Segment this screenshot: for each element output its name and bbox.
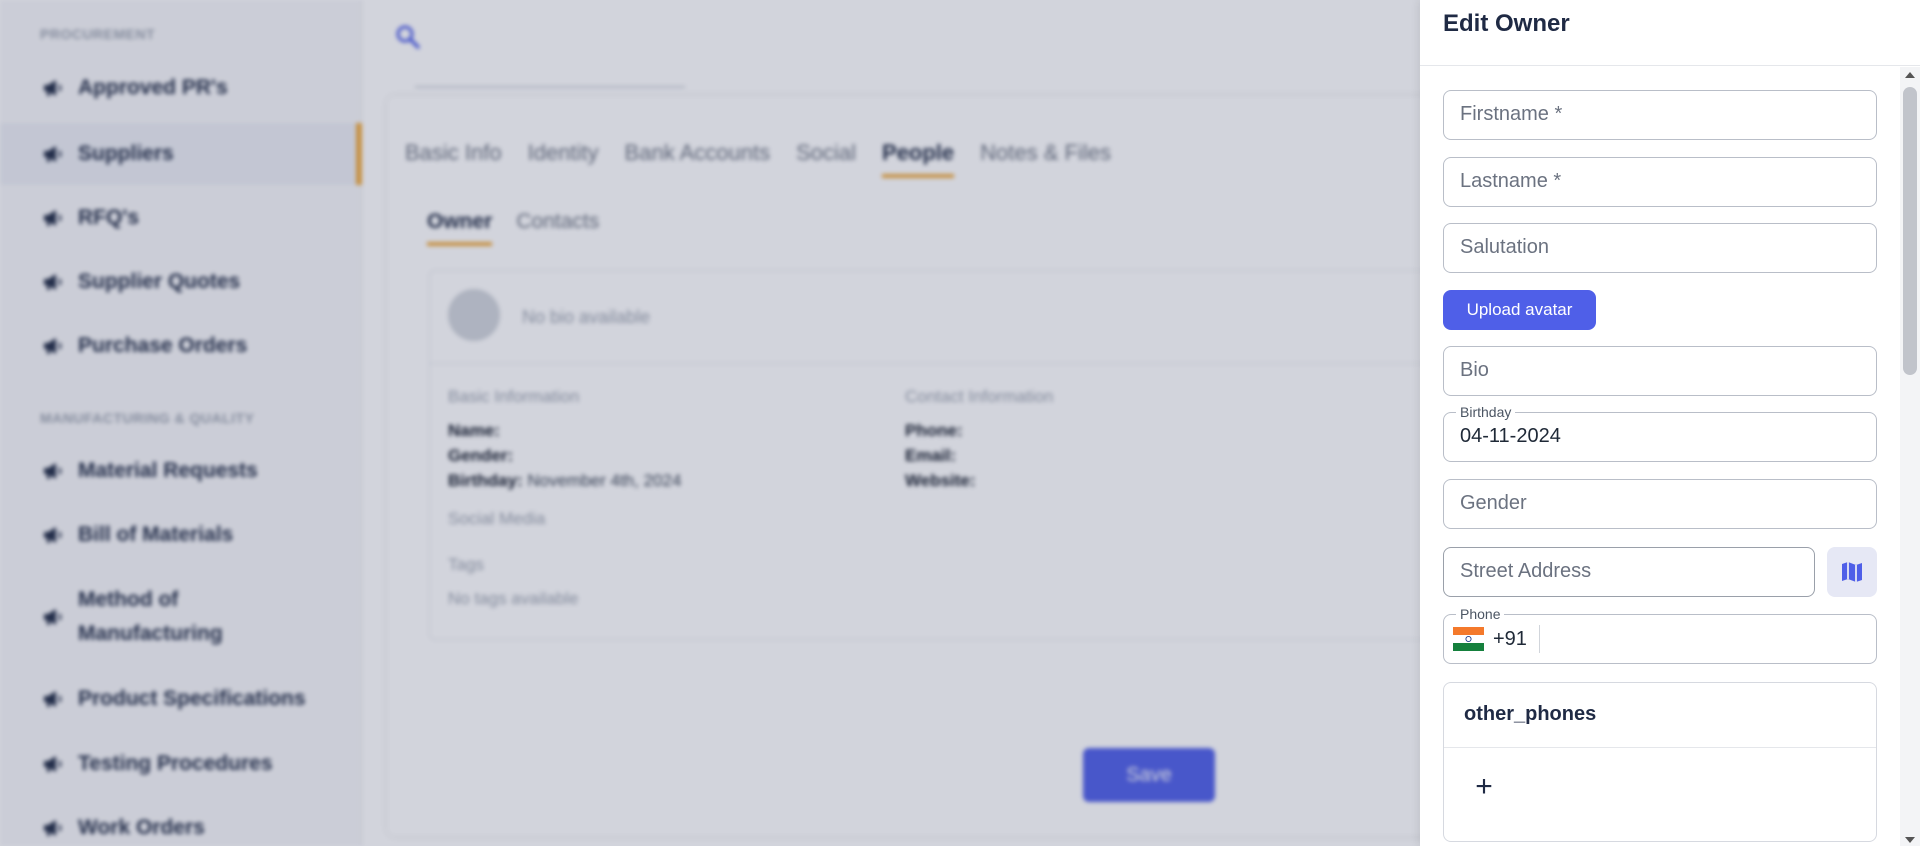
plus-icon[interactable]: +	[1470, 772, 1498, 802]
gender-placeholder: Gender	[1460, 492, 1527, 514]
salutation-placeholder: Salutation	[1460, 236, 1549, 258]
other-phones-title: other_phones	[1464, 703, 1597, 725]
bio-field[interactable]: Bio	[1443, 346, 1877, 396]
scroll-down-arrow-icon[interactable]	[1905, 837, 1915, 843]
birthday-field-label: Birthday	[1456, 404, 1516, 420]
birthday-field-value: 04-11-2024	[1460, 425, 1561, 447]
salutation-field[interactable]: Salutation	[1443, 223, 1877, 273]
india-flag-icon[interactable]	[1453, 627, 1484, 651]
birthday-field[interactable]: Birthday 04-11-2024	[1443, 404, 1877, 462]
map-button[interactable]	[1827, 547, 1877, 597]
lastname-placeholder: Lastname *	[1460, 170, 1562, 192]
other-phones-divider	[1444, 747, 1876, 748]
edit-owner-drawer: Edit Owner Firstname * Lastname * Saluta…	[1420, 0, 1920, 846]
street-address-field[interactable]: Street Address	[1443, 547, 1815, 597]
scroll-thumb[interactable]	[1903, 87, 1917, 375]
firstname-placeholder: Firstname *	[1460, 103, 1563, 125]
drawer-body: Firstname * Lastname * Salutation Upload…	[1420, 67, 1900, 846]
street-address-placeholder: Street Address	[1460, 560, 1592, 582]
map-icon	[1842, 562, 1862, 582]
modal-backdrop[interactable]	[0, 0, 1420, 846]
drawer-title: Edit Owner	[1443, 10, 1570, 37]
upload-avatar-button[interactable]: Upload avatar	[1443, 290, 1596, 330]
phone-field-label: Phone	[1456, 606, 1505, 622]
firstname-field[interactable]: Firstname *	[1443, 90, 1877, 140]
drawer-header: Edit Owner	[1420, 0, 1920, 66]
other-phones-card: other_phones +	[1443, 682, 1877, 842]
phone-country-code: +91	[1493, 628, 1527, 650]
lastname-field[interactable]: Lastname *	[1443, 157, 1877, 207]
gender-field[interactable]: Gender	[1443, 479, 1877, 529]
scroll-up-arrow-icon[interactable]	[1905, 72, 1915, 78]
drawer-scrollbar[interactable]	[1900, 67, 1920, 846]
bio-placeholder: Bio	[1460, 359, 1489, 381]
phone-field[interactable]: Phone +91	[1443, 606, 1877, 664]
phone-separator	[1539, 625, 1540, 653]
